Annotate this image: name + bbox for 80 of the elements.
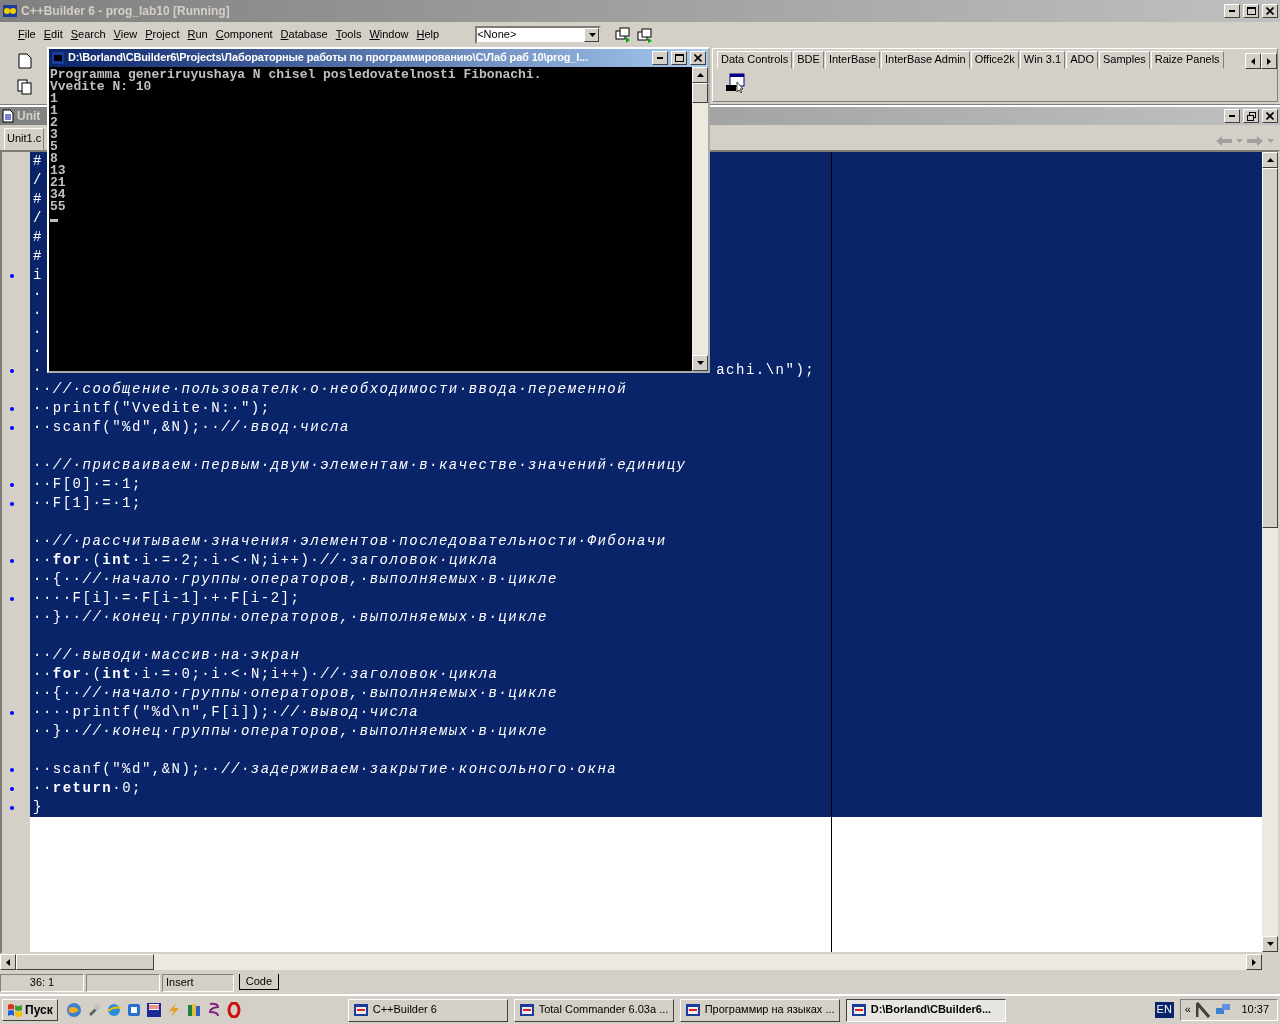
code-line: ··//·сообщение·пользователк·о·необходимости·ввода·переменной (33, 380, 628, 399)
menu-item[interactable]: Run (183, 26, 212, 44)
code-line: ··for·(int·i·=·0;·i·<·N;i++)·//·заголовок·цикла (33, 665, 499, 684)
code-line: · (33, 304, 43, 323)
code-line: · (33, 361, 43, 380)
menu-item[interactable]: Database (276, 26, 332, 44)
menu-item[interactable]: Window (365, 26, 413, 44)
code-line: ··printf("Vvedite·N:·"); (33, 399, 271, 418)
palette-tab[interactable]: Samples (1099, 51, 1150, 69)
code-line: ··{··//·начало·группы·операторов,·выполняемых·в·цикле (33, 684, 558, 703)
console-line: 55 (50, 201, 67, 213)
palette-tab[interactable]: Data Controls (717, 51, 793, 69)
code-line: ··for·(int·i·=·2;·i·<·N;i++)·//·заголовок·цикла (33, 551, 499, 570)
code-line: ··F[1]·=·1; (33, 494, 142, 513)
taskbar-button[interactable]: C++Builder 6 (347, 998, 508, 1022)
console-line: 21 (50, 177, 67, 189)
cursor-position: 36: 1 (0, 974, 84, 992)
code-line: # (33, 228, 43, 247)
palette-tab[interactable]: Win 3.1 (1019, 51, 1066, 69)
menu-item[interactable]: View (109, 26, 142, 44)
code-line: # (33, 152, 43, 171)
code-line: # (33, 190, 43, 209)
code-line: ····F[i]·=·F[i-1]·+·F[i-2]; (33, 589, 301, 608)
palette-tab[interactable]: Office2k (970, 51, 1019, 69)
window-title: Unit (17, 108, 41, 124)
code-line: · (33, 285, 43, 304)
console-line: 1 (50, 93, 59, 105)
code-line: achi.\n"); (716, 361, 816, 380)
taskbar-button[interactable]: Total Commander 6.03a ... (513, 998, 674, 1022)
file-tab[interactable]: Unit1.c (4, 128, 45, 150)
code-line: ··return·0; (33, 779, 142, 798)
code-line: ··//·присваиваем·первым·двум·элементам·в·качестве·значений·единицу (33, 456, 687, 475)
console-line: 2 (50, 117, 59, 129)
code-line: / (33, 171, 43, 190)
console-line: 13 (50, 165, 67, 177)
code-line: ··}··//·конец·группы·операторов,·выполняемых·в·цикле (33, 608, 548, 627)
edit-mode: Insert (162, 974, 234, 992)
start-button[interactable]: Пуск (2, 999, 58, 1021)
language-indicator[interactable]: EN (1154, 1002, 1174, 1018)
code-line: · (33, 323, 43, 342)
code-line: ··scanf("%d",&N);··//·ввод·числа (33, 418, 350, 437)
menu-item[interactable]: Tools (331, 26, 366, 44)
console-line: 34 (50, 189, 67, 201)
palette-tab[interactable]: BDE (793, 51, 824, 69)
code-line: ····printf("%d\n",F[i]);·//·вывод·числа (33, 703, 420, 722)
code-line: ··}··//·конец·группы·операторов,·выполняемых·в·цикле (33, 722, 548, 741)
console-line: 3 (50, 129, 59, 141)
taskbar-button[interactable]: D:\Borland\CBuilder6... (845, 998, 1006, 1022)
menu-item[interactable]: Search (66, 26, 110, 44)
code-line: ··//·выводи·массив·на·экран (33, 646, 301, 665)
code-line: } (33, 798, 43, 817)
menu-item[interactable]: File (14, 26, 40, 44)
menu-item[interactable]: Project (141, 26, 184, 44)
palette-tab[interactable]: InterBase Admin (881, 51, 970, 69)
code-line: / (33, 209, 43, 228)
code-line: ··//·рассчитываем·значения·элементов·последовательности·Фибоначи (33, 532, 667, 551)
console-line: 1 (50, 105, 59, 117)
console-line: 8 (50, 153, 58, 165)
code-line: ··scanf("%d",&N);··//·задерживаем·закрытие·консольного·окна (33, 760, 618, 779)
menu-item[interactable]: Component (211, 26, 277, 44)
palette-tab[interactable]: ADO (1066, 51, 1098, 69)
code-line: # (33, 247, 43, 266)
palette-tab[interactable]: Raize Panels (1150, 51, 1224, 69)
window-title: D:\Borland\CBuilder6\Projects\Лабораторные работы по программированию\C\Лаб раб 10\prog_l... (68, 51, 588, 65)
code-tab[interactable]: Code (238, 974, 280, 990)
menu-item[interactable]: Help (412, 26, 444, 44)
code-line: i (33, 266, 43, 285)
code-line: · (33, 342, 43, 361)
tray-chevron[interactable]: « (1184, 1003, 1191, 1017)
window-title: C++Builder 6 - prog_lab10 [Running] (21, 3, 230, 19)
palette-tab[interactable]: InterBase (824, 51, 880, 69)
console-line: Vvedite N: 10 (50, 81, 152, 93)
console-line: Programma generiruyushaya N chisel posledovatelnosti Fibonachi. (50, 69, 543, 81)
clock: 10:37 (1241, 1003, 1269, 1017)
code-line: ··F[0]·=·1; (33, 475, 142, 494)
taskbar-button[interactable]: Программир на языках ... (679, 998, 840, 1022)
menu-item[interactable]: Edit (39, 26, 67, 44)
code-line: ··{··//·начало·группы·операторов,·выполняемых·в·цикле (33, 570, 558, 589)
target-combo[interactable]: <None> (475, 26, 602, 44)
console-line: 5 (50, 141, 59, 153)
